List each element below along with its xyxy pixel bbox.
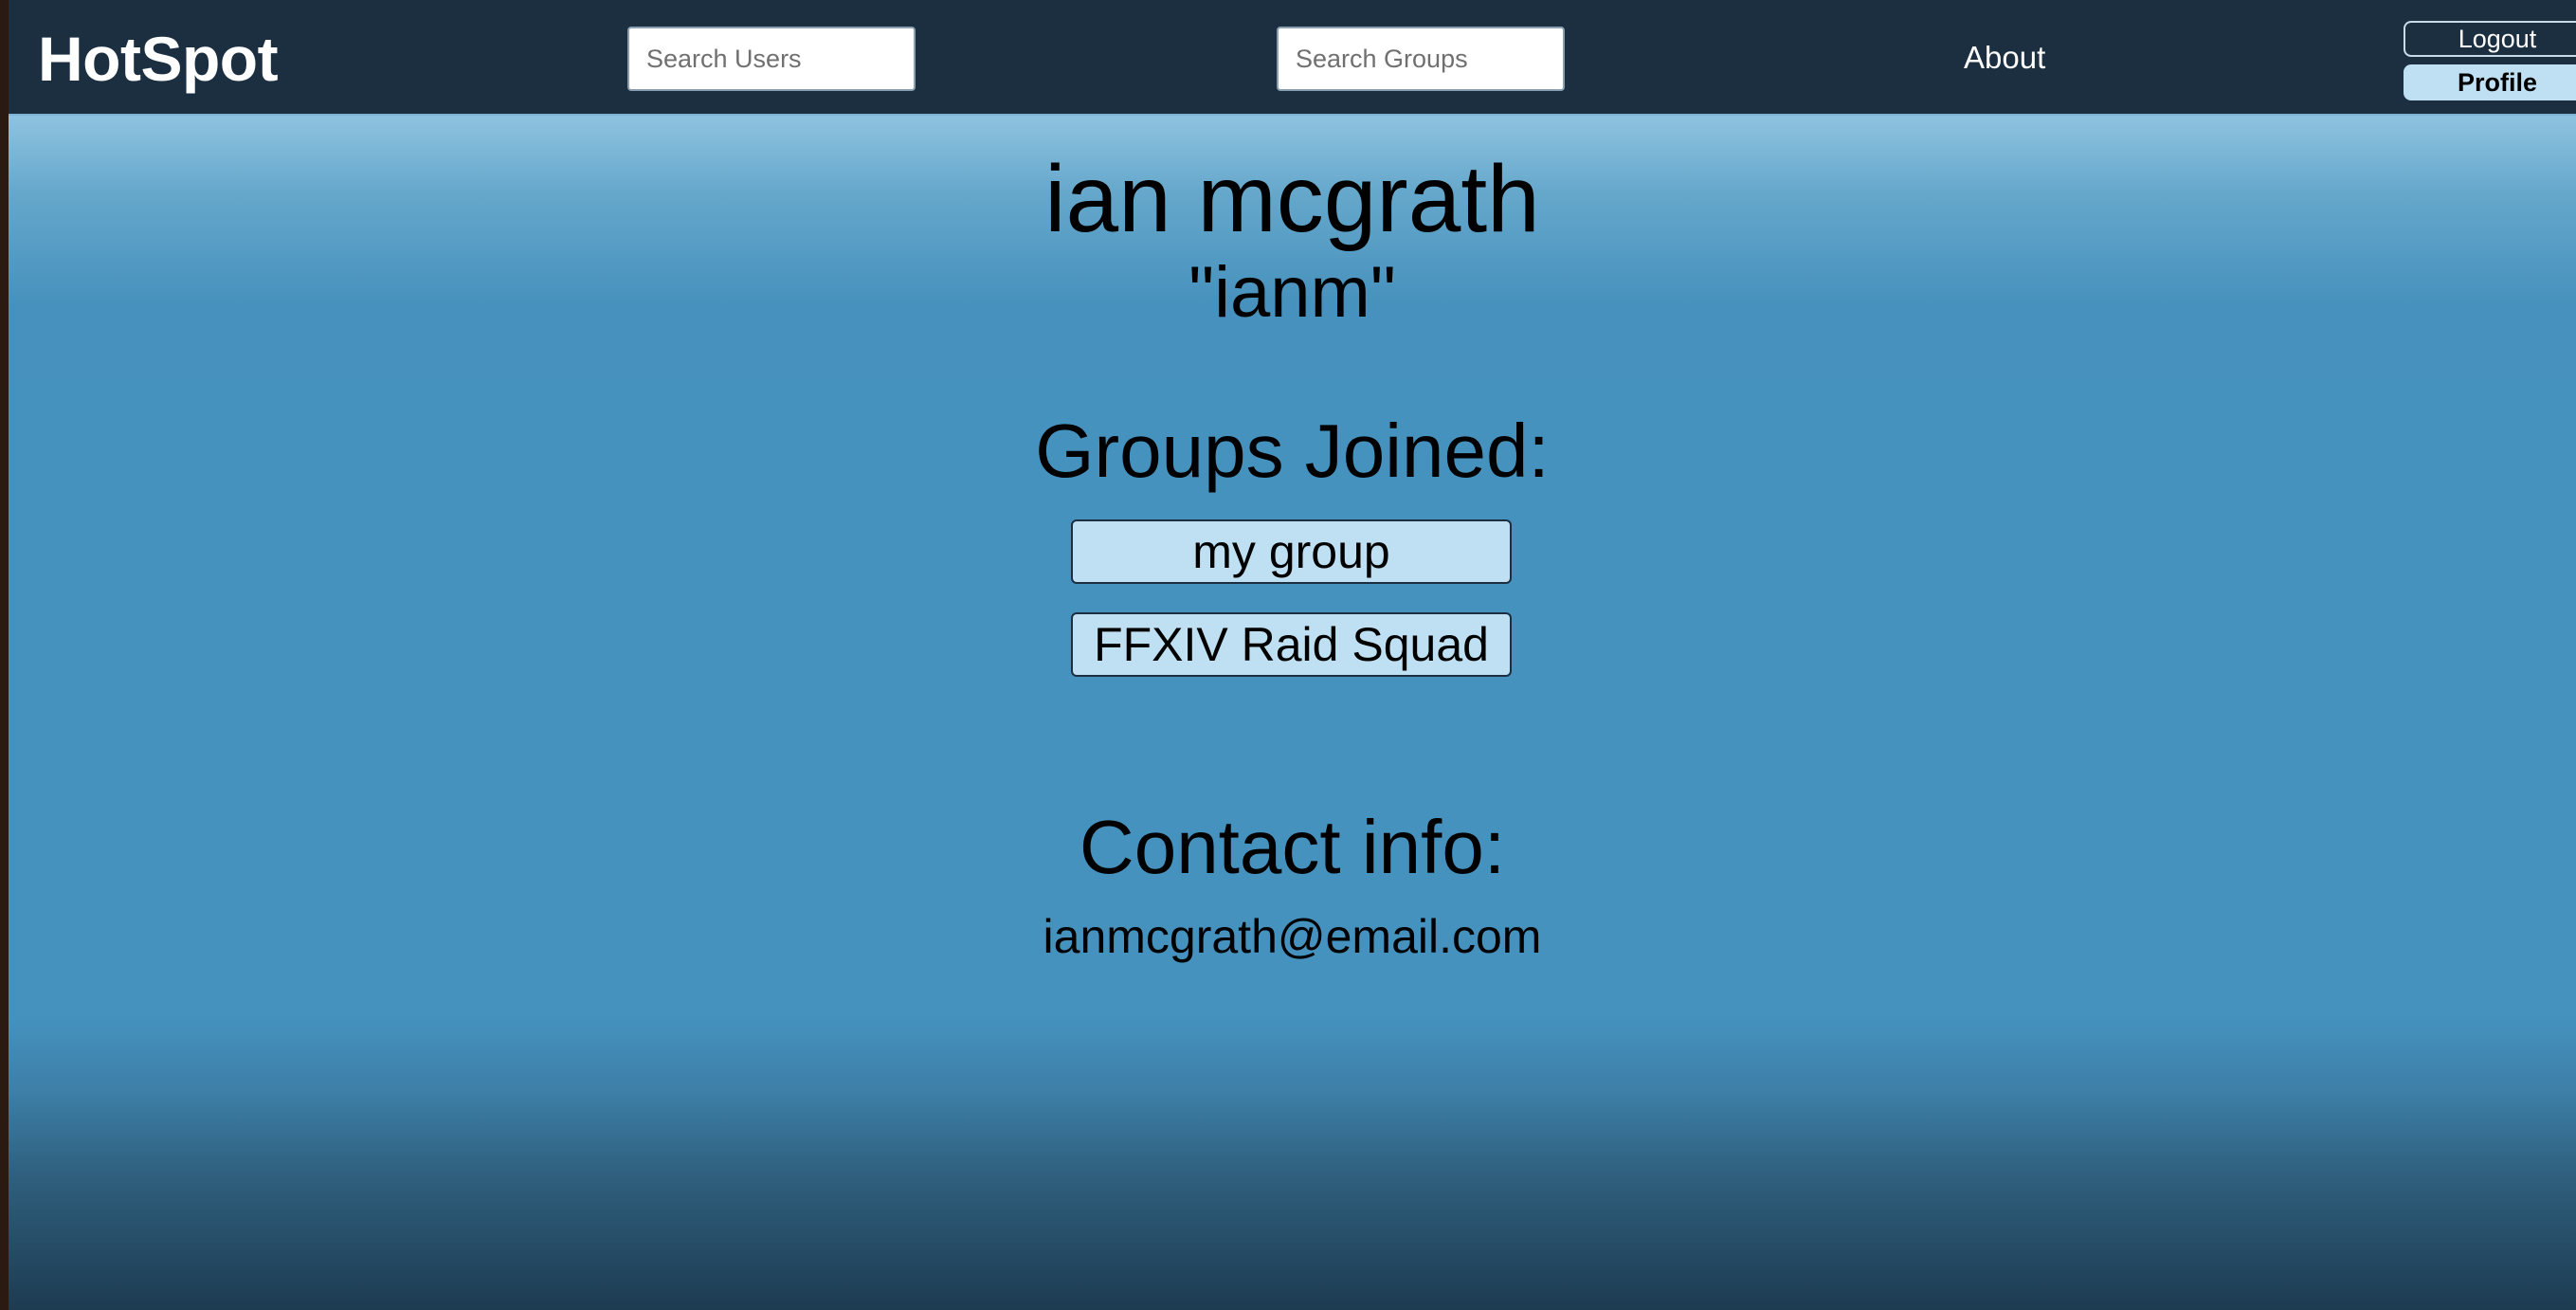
group-button-my-group[interactable]: my group [1071, 519, 1512, 584]
contact-info-heading: Contact info: [1079, 805, 1506, 889]
profile-page: ian mcgrath "ianm" Groups Joined: my gro… [9, 116, 2576, 1310]
logout-button[interactable]: Logout [2404, 21, 2576, 57]
groups-joined-heading: Groups Joined: [1035, 409, 1550, 493]
app-window: HotSpot About Logout Profile ian mcgrath… [9, 0, 2576, 1310]
profile-button[interactable]: Profile [2404, 64, 2576, 100]
search-groups-input[interactable] [1277, 27, 1565, 91]
brand-logo[interactable]: HotSpot [38, 21, 279, 97]
about-link[interactable]: About [1964, 36, 2045, 80]
group-button-ffxiv-raid-squad[interactable]: FFXIV Raid Squad [1071, 612, 1512, 677]
navbar: HotSpot About Logout Profile [9, 0, 2576, 116]
profile-full-name: ian mcgrath [1044, 146, 1540, 252]
search-users-input[interactable] [627, 27, 916, 91]
contact-email: ianmcgrath@email.com [1043, 910, 1542, 963]
profile-username: "ianm" [1188, 252, 1396, 333]
